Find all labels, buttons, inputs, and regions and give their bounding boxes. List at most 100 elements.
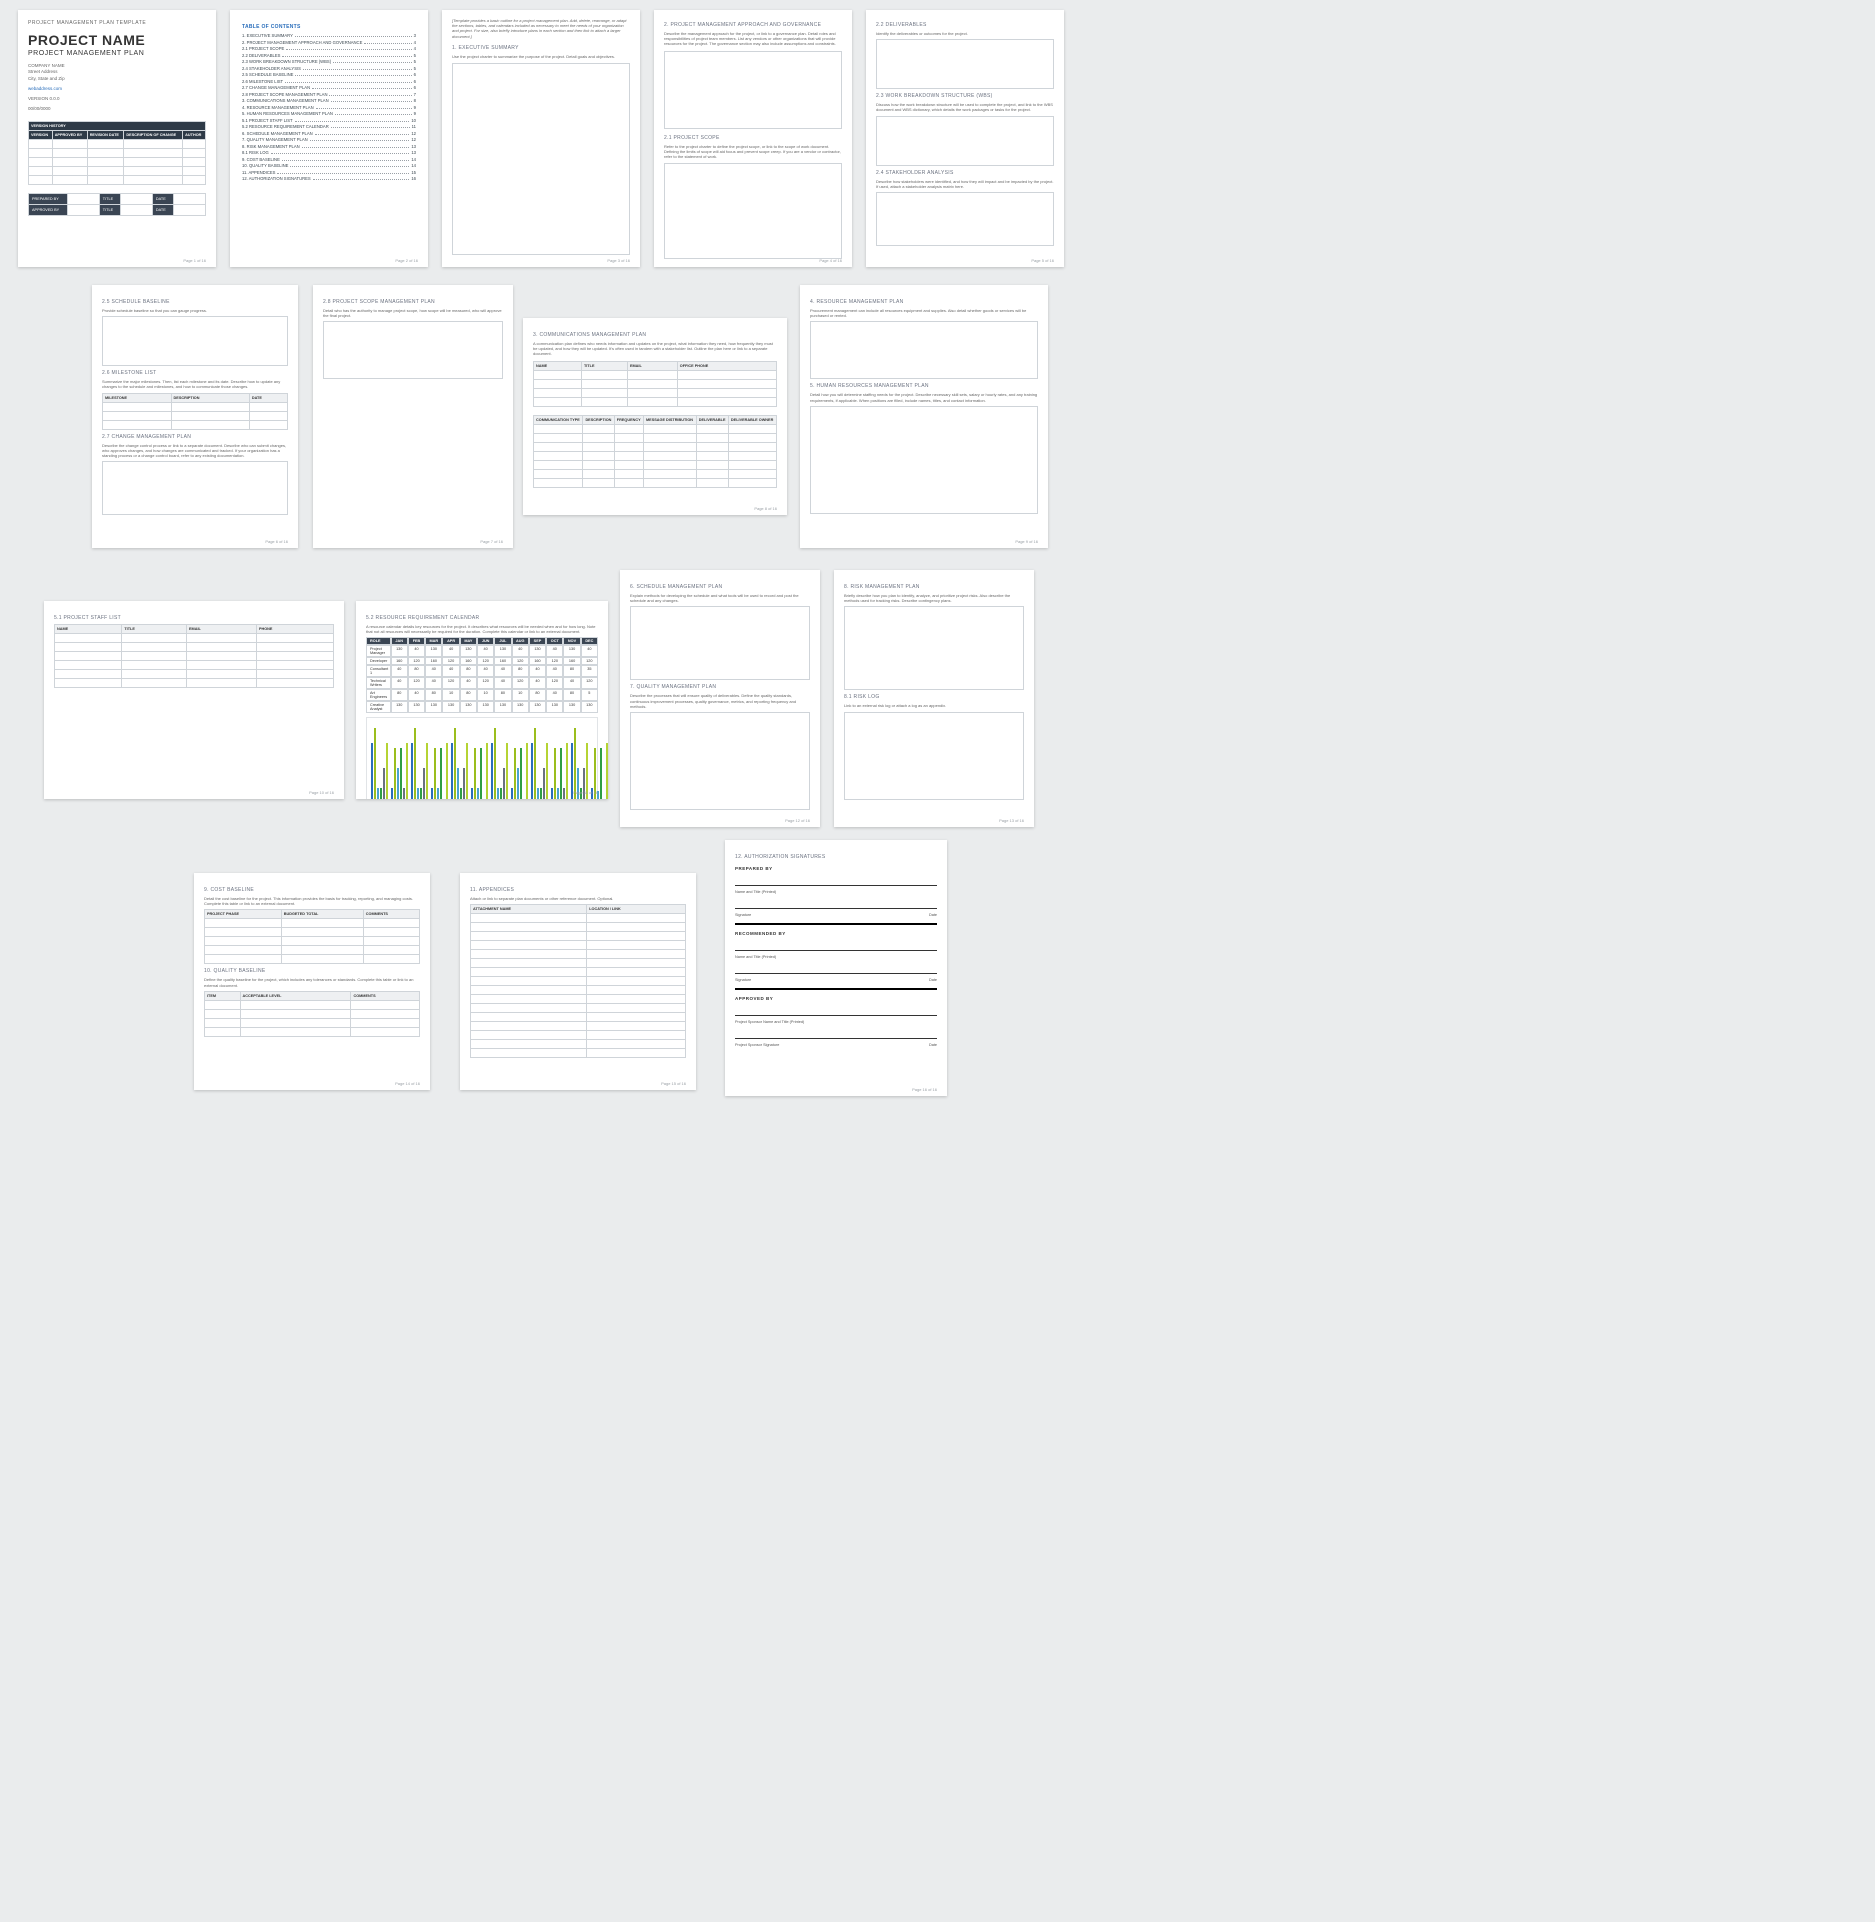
bar [397, 768, 399, 799]
page-7: 2.8 PROJECT SCOPE MANAGEMENT PLAN Detail… [313, 285, 513, 548]
sig-line[interactable] [735, 875, 937, 886]
grid-row: Developer1601201601201601201601201601201… [366, 657, 598, 665]
quality-mgmt-box[interactable] [630, 712, 810, 810]
bar [554, 748, 556, 799]
appendices-table[interactable]: ATTACHMENT NAMELOCATION / LINK [470, 904, 686, 1058]
stakeholder-box[interactable] [876, 192, 1054, 246]
chart-month [411, 728, 428, 799]
sponsor-sig-cap: Project Sponsor Signature [735, 1043, 779, 1047]
hr-mgmt-box[interactable] [810, 406, 1038, 514]
prepared-by-heading: PREPARED BY [735, 866, 937, 871]
bar [451, 743, 453, 799]
sig-line[interactable] [735, 898, 937, 909]
scope-desc: Refer to the project charter to define t… [664, 144, 842, 160]
sig-line[interactable] [735, 963, 937, 974]
schedule-baseline-box[interactable] [102, 316, 288, 366]
grid-row: Consultant 1408040408040408040408035 [366, 665, 598, 677]
bar [394, 748, 396, 799]
sec-scope: 2.1 PROJECT SCOPE [664, 135, 842, 141]
sec-schedule-baseline: 2.5 SCHEDULE BASELINE [102, 299, 288, 305]
sig-line[interactable] [735, 1005, 937, 1016]
risk-mgmt-box[interactable] [844, 606, 1024, 690]
toc-entry: 1. EXECUTIVE SUMMARY3 [242, 33, 416, 38]
col-header: NAME [534, 361, 582, 370]
sig-line[interactable] [735, 1028, 937, 1039]
resource-chart [366, 717, 598, 799]
page-16: 12. AUTHORIZATION SIGNATURES PREPARED BY… [725, 840, 947, 1096]
wbs-desc: Discuss how the work breakdown structure… [876, 102, 1054, 112]
chart-month [451, 728, 468, 799]
sec-schedule-mgmt: 6. SCHEDULE MANAGEMENT PLAN [630, 584, 810, 590]
governance-box[interactable] [664, 51, 842, 129]
page-footer: Page 16 of 16 [912, 1087, 937, 1092]
toc-entry: 12. AUTHORIZATION SIGNATURES16 [242, 176, 416, 181]
page-13: 8. RISK MANAGEMENT PLAN Briefly describe… [834, 570, 1034, 827]
comms-plan-table[interactable]: COMMUNICATION TYPEDESCRIPTIONFREQUENCYME… [533, 415, 777, 488]
sec-scope-mgmt: 2.8 PROJECT SCOPE MANAGEMENT PLAN [323, 299, 503, 305]
title-label-2: TITLE [99, 204, 120, 215]
risk-mgmt-desc: Briefly describe how you plan to identif… [844, 593, 1024, 603]
col-header: ACCEPTABLE LEVEL [240, 991, 351, 1000]
resource-mgmt-box[interactable] [810, 321, 1038, 379]
resource-mgmt-desc: Procurement management can include all r… [810, 308, 1038, 318]
bar [463, 768, 465, 799]
col-header: NAME [55, 625, 122, 634]
sig-line[interactable] [735, 940, 937, 951]
toc-title: TABLE OF CONTENTS [242, 24, 416, 30]
sec-auth-sig: 12. AUTHORIZATION SIGNATURES [735, 854, 937, 860]
schedule-mgmt-box[interactable] [630, 606, 810, 680]
col-header: ITEM [205, 991, 241, 1000]
col-header: LOCATION / LINK [587, 905, 686, 914]
milestone-table[interactable]: MILESTONEDESCRIPTIONDATE [102, 393, 288, 430]
staff-table[interactable]: NAMETITLEEMAILPHONE [54, 624, 334, 688]
cost-baseline-desc: Detail the cost baseline for the project… [204, 896, 420, 906]
change-mgmt-box[interactable] [102, 461, 288, 515]
project-title: PROJECT NAME [28, 32, 206, 48]
bar [511, 788, 513, 799]
chart-month [551, 743, 568, 799]
grid-row: Creative Analyst130130130130130130130130… [366, 701, 598, 713]
col-header: COMMUNICATION TYPE [534, 415, 583, 424]
toc-entry: 11. APPENDICES15 [242, 170, 416, 175]
sponsor-name-cap: Project Sponsor Name and Title (Printed) [735, 1020, 804, 1024]
resource-cal-desc: A resource calendar details key resource… [366, 624, 598, 634]
comms-contacts-table[interactable]: NAMETITLEEMAILOFFICE PHONE [533, 361, 777, 407]
bar [560, 748, 562, 799]
toc-entry: 2.6 MILESTONE LIST6 [242, 79, 416, 84]
scope-box[interactable] [664, 163, 842, 259]
risk-log-box[interactable] [844, 712, 1024, 800]
page-footer: Page 9 of 16 [1015, 539, 1038, 544]
sec-deliverables: 2.2 DELIVERABLES [876, 22, 1054, 28]
bar [391, 788, 393, 799]
chart-month [471, 743, 488, 799]
name-title-cap: Name and Title (Printed) [735, 955, 776, 959]
scope-mgmt-box[interactable] [323, 321, 503, 379]
page-footer: Page 6 of 16 [265, 539, 288, 544]
col-header: DELIVERABLE OWNER [728, 415, 776, 424]
recommended-by-heading: RECOMMENDED BY [735, 931, 937, 936]
deliverables-box[interactable] [876, 39, 1054, 89]
quality-table[interactable]: ITEMACCEPTABLE LEVELCOMMENTS [204, 991, 420, 1037]
date-cap: Date [929, 913, 937, 917]
bar [500, 788, 502, 799]
bar [386, 743, 388, 799]
bar [440, 748, 442, 799]
sec-appendices: 11. APPENDICES [470, 887, 686, 893]
date-cap: Date [929, 1043, 937, 1047]
exec-summary-desc: Use the project charter to summarize the… [452, 54, 630, 59]
page-footer: Page 5 of 16 [1031, 258, 1054, 263]
sec-milestone: 2.6 MILESTONE LIST [102, 370, 288, 376]
exec-summary-box[interactable] [452, 63, 630, 255]
vh-title: VERSION HISTORY [29, 121, 206, 130]
bar [546, 743, 548, 799]
toc-entry: 10. QUALITY BASELINE14 [242, 163, 416, 168]
chart-month [491, 728, 508, 799]
cost-table[interactable]: PROJECT PHASEBUDGETED TOTALCOMMENTS [204, 909, 420, 964]
page-15: 11. APPENDICES Attach or link to separat… [460, 873, 696, 1090]
wbs-box[interactable] [876, 116, 1054, 166]
bar [480, 748, 482, 799]
sec-resource-mgmt: 4. RESOURCE MANAGEMENT PLAN [810, 299, 1038, 305]
bar [477, 788, 479, 799]
bar [403, 788, 405, 799]
prepared-by-label: PREPARED BY [29, 193, 68, 204]
